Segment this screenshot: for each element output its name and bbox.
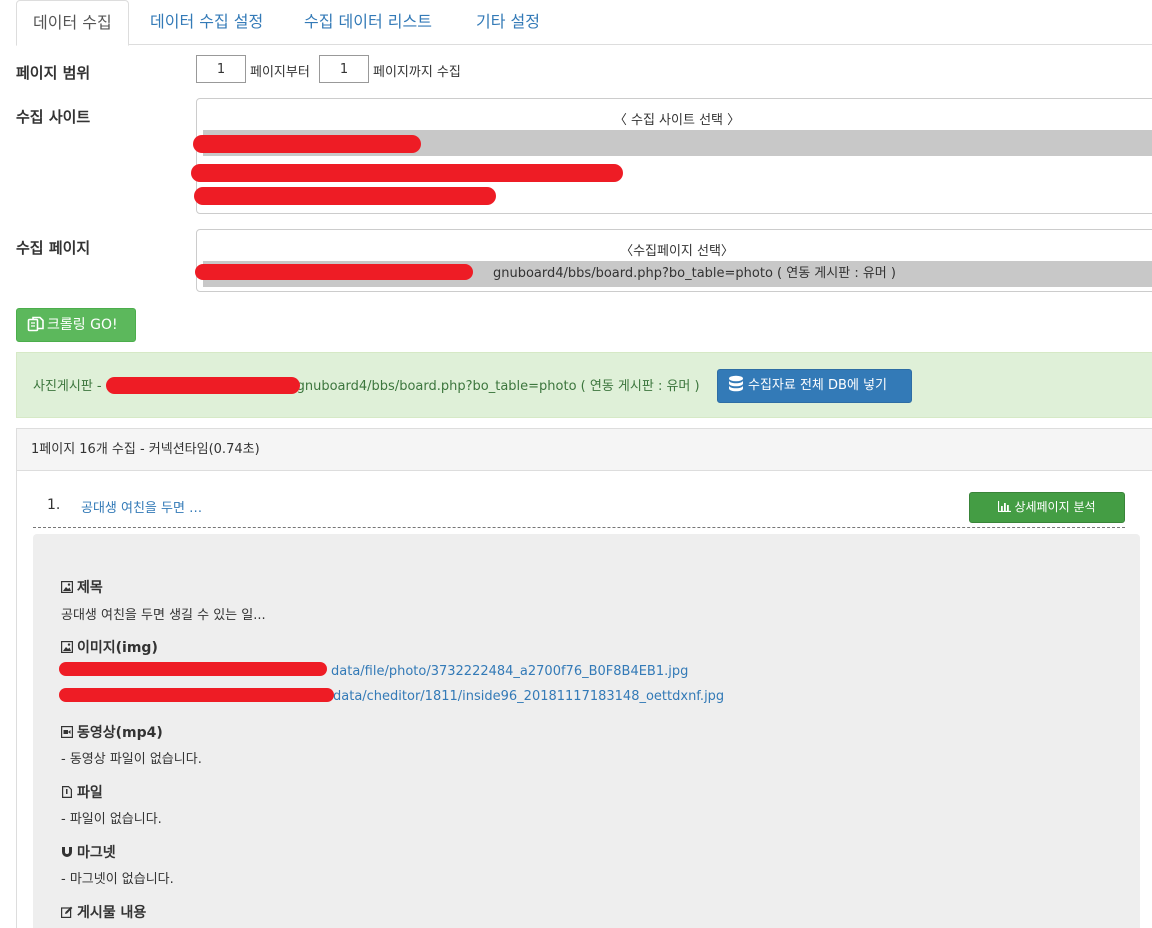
alert-prefix: 사진게시판 - bbox=[33, 379, 102, 394]
result-item-title-link[interactable]: 공대생 여친을 두면 … bbox=[81, 497, 202, 516]
redaction-mark bbox=[193, 135, 421, 153]
result-panel: 1페이지 16개 수집 - 커넥션타임(0.74초) 1. 공대생 여친을 두면… bbox=[16, 428, 1152, 928]
detail-file-heading: 파일 bbox=[61, 782, 103, 802]
detail-video-value: - 동영상 파일이 없습니다. bbox=[61, 752, 202, 767]
detail-content-label: 게시물 내용 bbox=[77, 905, 147, 921]
redaction-mark bbox=[194, 187, 496, 205]
redaction-mark bbox=[195, 264, 473, 280]
detail-magnet-heading: 마그넷 bbox=[61, 842, 116, 862]
bar-chart-icon bbox=[998, 501, 1012, 512]
redaction-mark bbox=[59, 688, 334, 702]
item-divider bbox=[33, 527, 1125, 528]
redaction-mark bbox=[106, 377, 300, 394]
collect-page-label: 수집 페이지 bbox=[16, 239, 91, 257]
result-item-number: 1. bbox=[47, 497, 61, 513]
crawl-go-label: 크롤링 GO! bbox=[47, 317, 118, 333]
collect-site-select-title: 〈 수집 사이트 선택 〉 bbox=[613, 113, 741, 128]
tab-other-settings[interactable]: 기타 설정 bbox=[460, 0, 556, 45]
redaction-mark bbox=[191, 164, 623, 182]
magnet-icon bbox=[62, 847, 72, 857]
tab-collect-settings[interactable]: 데이터 수집 설정 bbox=[134, 0, 279, 45]
collect-page-select-title: 〈수집페이지 선택〉 bbox=[620, 244, 734, 259]
tab-data-collect[interactable]: 데이터 수집 bbox=[16, 0, 129, 46]
result-summary: 1페이지 16개 수집 - 커넥션타임(0.74초) bbox=[17, 429, 1152, 471]
crawl-go-button[interactable]: 크롤링 GO! bbox=[16, 308, 136, 342]
collect-alert: 사진게시판 - gnuboard4/bbs/board.php?bo_table=… bbox=[16, 352, 1152, 418]
detail-image-label: 이미지(img) bbox=[77, 640, 158, 656]
detail-magnet-value: - 마그넷이 없습니다. bbox=[61, 872, 174, 887]
page-from-suffix: 페이지부터 bbox=[250, 65, 310, 80]
database-icon bbox=[729, 375, 743, 392]
insert-all-db-button[interactable]: 수집자료 전체 DB에 넣기 bbox=[717, 369, 912, 403]
detail-file-value: - 파일이 없습니다. bbox=[61, 812, 162, 827]
collect-page-select[interactable]: 〈수집페이지 선택〉 gnuboard4/bbs/board.php?bo_ta… bbox=[196, 229, 1152, 292]
tab-bar: 데이터 수집 데이터 수집 설정 수집 데이터 리스트 기타 설정 bbox=[16, 0, 1152, 46]
tab-collected-list[interactable]: 수집 데이터 리스트 bbox=[288, 0, 448, 45]
detail-box: 제목 공대생 여친을 두면 생길 수 있는 일... 이미지(img) data… bbox=[33, 534, 1140, 928]
redaction-mark bbox=[59, 662, 327, 676]
detail-title-heading: 제목 bbox=[61, 577, 103, 597]
copy-icon bbox=[27, 316, 44, 332]
detail-image-heading: 이미지(img) bbox=[61, 637, 158, 657]
image-icon bbox=[61, 641, 73, 653]
edit-icon bbox=[61, 906, 73, 918]
detail-title-label: 제목 bbox=[77, 580, 103, 596]
collect-site-label: 수집 사이트 bbox=[16, 108, 91, 126]
detail-analysis-label: 상세페이지 분석 bbox=[1014, 500, 1096, 514]
detail-analysis-button[interactable]: 상세페이지 분석 bbox=[969, 492, 1125, 523]
detail-file-label: 파일 bbox=[77, 785, 103, 801]
image-icon bbox=[61, 581, 73, 593]
detail-magnet-label: 마그넷 bbox=[77, 845, 116, 861]
detail-content-heading: 게시물 내용 bbox=[61, 902, 146, 922]
detail-video-label: 동영상(mp4) bbox=[77, 725, 163, 741]
page-to-input[interactable] bbox=[319, 55, 369, 83]
page-to-suffix: 페이지까지 수집 bbox=[373, 65, 461, 80]
alert-url-suffix: gnuboard4/bbs/board.php?bo_table=photo (… bbox=[296, 379, 700, 394]
insert-all-db-label: 수집자료 전체 DB에 넣기 bbox=[748, 378, 887, 393]
detail-title-value: 공대생 여친을 두면 생길 수 있는 일... bbox=[61, 608, 266, 623]
page-from-input[interactable] bbox=[196, 55, 246, 83]
video-file-icon bbox=[61, 726, 73, 738]
detail-video-heading: 동영상(mp4) bbox=[61, 722, 163, 742]
file-icon bbox=[62, 786, 72, 798]
page-range-label: 페이지 범위 bbox=[16, 64, 91, 82]
